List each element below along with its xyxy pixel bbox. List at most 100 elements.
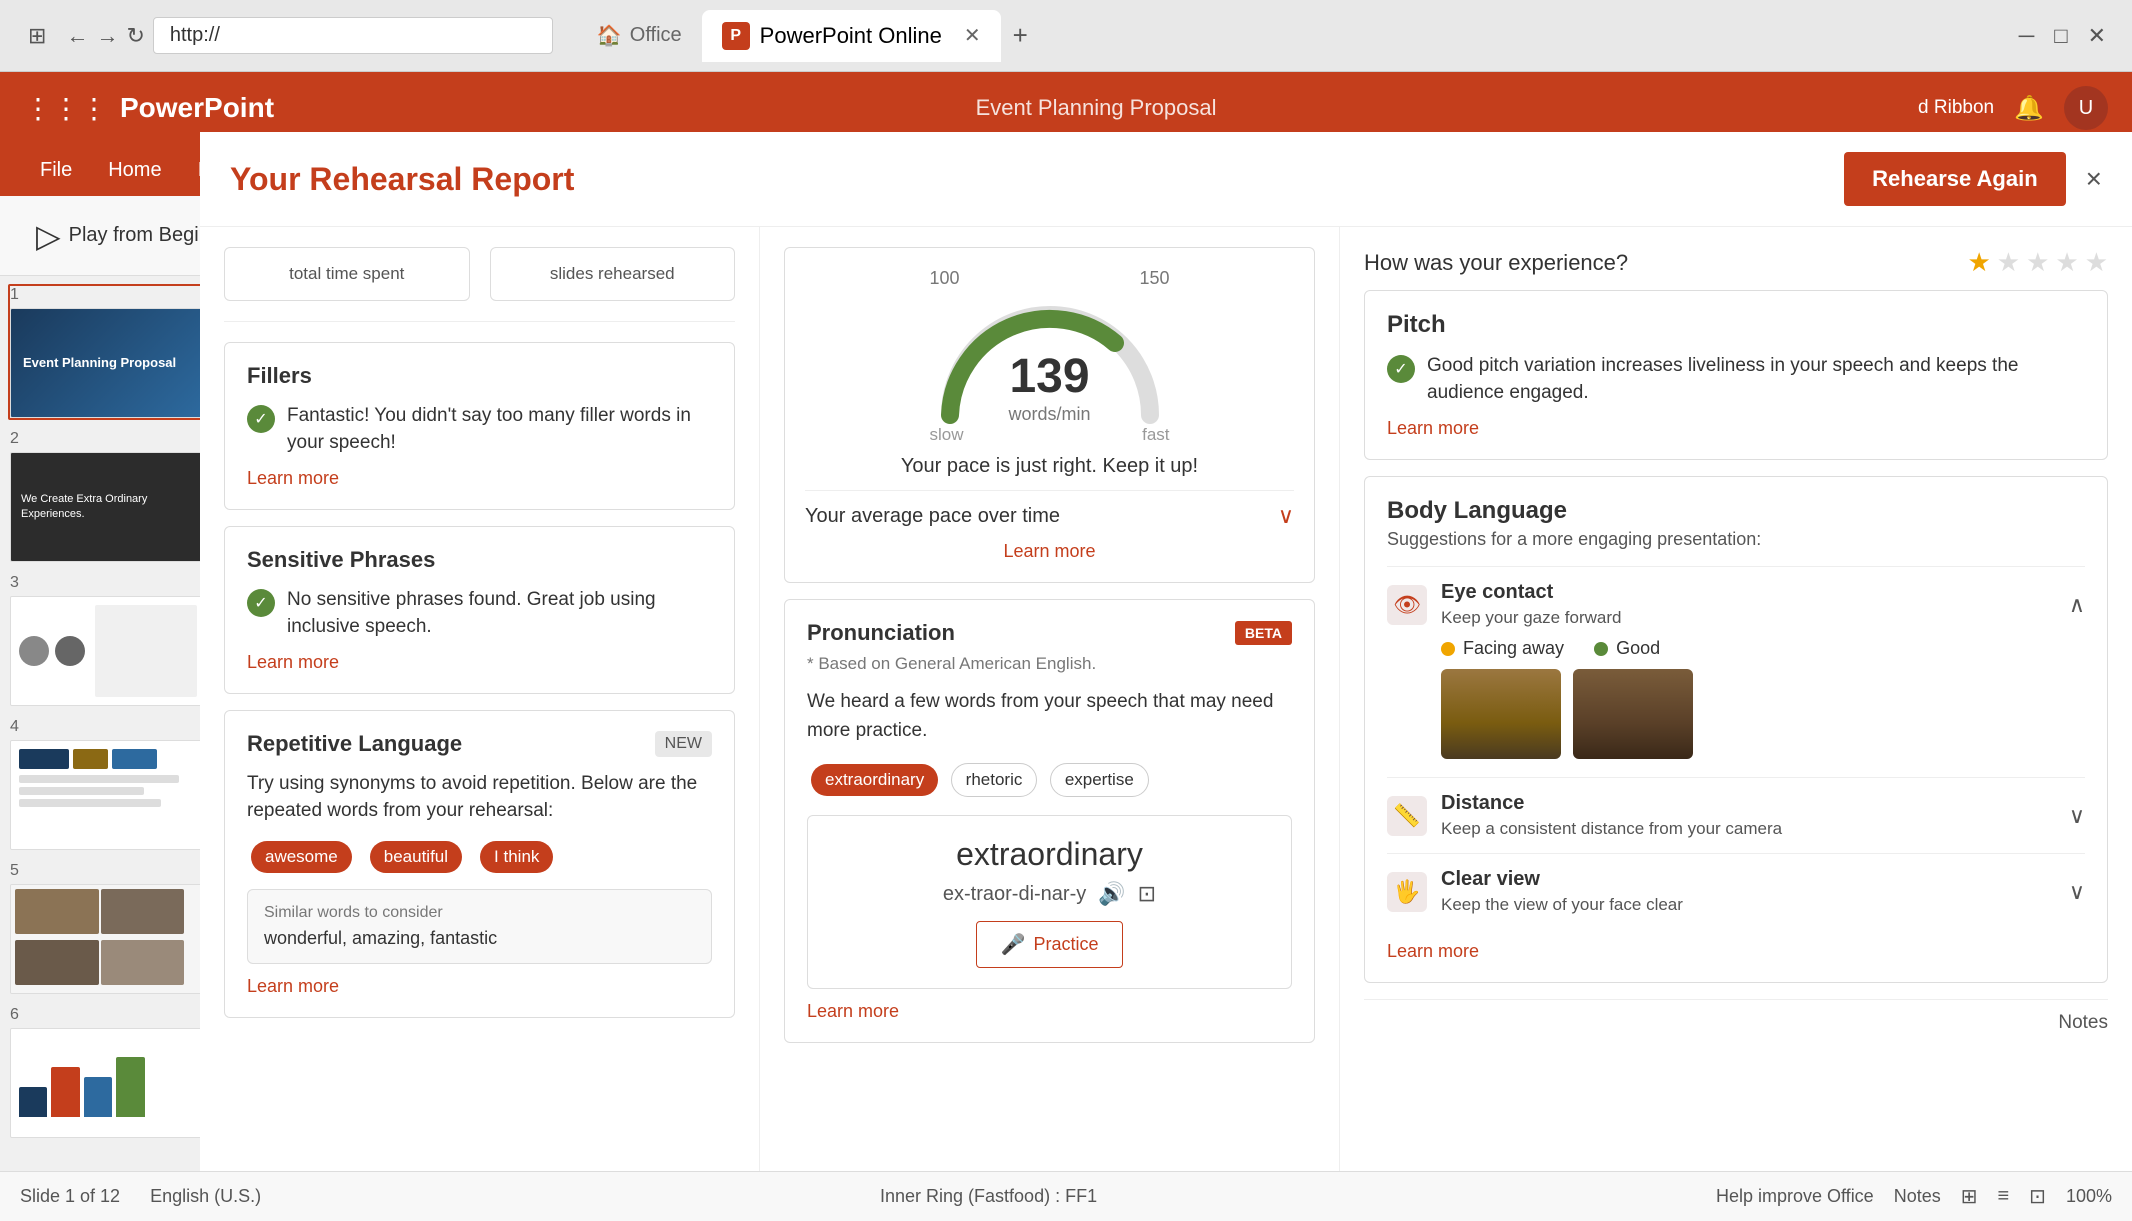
app-menu-icon[interactable]: ⋮⋮⋮	[24, 92, 108, 125]
notes-tab-label[interactable]: Notes	[2058, 1012, 2108, 1034]
pron-word-expertise[interactable]: expertise	[1050, 763, 1149, 797]
sensitive-learn-more[interactable]: Learn more	[247, 652, 712, 673]
rehearsal-modal: Your Rehearsal Report Rehearse Again × t…	[200, 132, 2132, 1171]
menu-home[interactable]: Home	[92, 153, 177, 188]
good-photo	[1573, 669, 1693, 759]
photo-box-1	[15, 889, 99, 934]
stats-row: total time spent slides rehearsed	[224, 247, 735, 322]
distance-chevron[interactable]: ∨	[2069, 803, 2085, 829]
office-icon: 🏠	[597, 23, 622, 48]
star-5[interactable]: ★	[2085, 247, 2108, 278]
notes-view-icon[interactable]: ⊡	[2029, 1184, 2046, 1209]
body-language-learn-more[interactable]: Learn more	[1387, 941, 2085, 962]
new-badge: NEW	[655, 731, 712, 757]
word-tag-awesome[interactable]: awesome	[251, 841, 352, 873]
address-bar[interactable]: http://	[153, 17, 553, 54]
modal-body: total time spent slides rehearsed Filler…	[200, 227, 2132, 1171]
phonetic-text: ex-traor-di-nar-y	[943, 883, 1086, 906]
caption-icon[interactable]: ⊡	[1138, 881, 1156, 907]
star-4[interactable]: ★	[2055, 247, 2078, 278]
clear-view-icon: 🖐	[1387, 872, 1427, 912]
slide-thumb-5[interactable]: 5	[8, 860, 211, 996]
repetitive-title: Repetitive Language NEW	[247, 731, 712, 757]
slide-img-4	[10, 740, 206, 850]
browser-refresh[interactable]: ↻	[126, 23, 144, 49]
slide-thumb-2[interactable]: 2 We Create Extra Ordinary Experiences.	[8, 428, 211, 564]
browser-back[interactable]: ←	[66, 23, 88, 49]
user-avatar[interactable]: U	[2064, 86, 2108, 130]
slide-view-icon[interactable]: ⊞	[1961, 1184, 1978, 1209]
notes-btn[interactable]: Notes	[1894, 1186, 1941, 1207]
repetitive-learn-more[interactable]: Learn more	[247, 976, 712, 997]
star-2[interactable]: ★	[1997, 247, 2020, 278]
pron-word-extraordinary[interactable]: extraordinary	[811, 764, 938, 796]
pron-word-rhetoric[interactable]: rhetoric	[951, 763, 1038, 797]
eye-contact-sub: Keep your gaze forward	[1441, 608, 1622, 628]
practice-btn[interactable]: 🎤 Practice	[976, 921, 1124, 968]
sensitive-check-row: ✓ No sensitive phrases found. Great job …	[247, 587, 712, 640]
sensitive-title: Sensitive Phrases	[247, 547, 712, 573]
ribbon-toggle[interactable]: d Ribbon	[1918, 97, 1994, 119]
distance-header[interactable]: 📏 Distance Keep a consistent distance fr…	[1387, 792, 2085, 839]
eye-contact-detail: Facing away Good	[1387, 628, 2085, 763]
star-rating[interactable]: ★ ★ ★ ★ ★	[1967, 247, 2108, 278]
modal-header: Your Rehearsal Report Rehearse Again ×	[200, 132, 2132, 227]
pron-title: Pronunciation	[807, 620, 955, 646]
notification-icon[interactable]: 🔔	[2014, 94, 2044, 123]
powerpoint-tab[interactable]: P PowerPoint Online ✕	[702, 10, 1001, 62]
pace-learn-more[interactable]: Learn more	[805, 541, 1294, 562]
good-text: Good	[1616, 638, 1660, 659]
slide-thumb-4[interactable]: 4	[8, 716, 211, 852]
eye-contact-chevron[interactable]: ∧	[2069, 592, 2085, 618]
photo-box-4	[101, 940, 185, 985]
word-tag-beautiful[interactable]: beautiful	[370, 841, 462, 873]
star-1[interactable]: ★	[1967, 247, 1990, 278]
slides-rehearsed-box: slides rehearsed	[490, 247, 736, 301]
similar-box: Similar words to consider wonderful, ama…	[247, 889, 712, 964]
star-3[interactable]: ★	[2026, 247, 2049, 278]
body-suggestion: Suggestions for a more engaging presenta…	[1387, 529, 2085, 550]
zoom-level: 100%	[2066, 1186, 2112, 1207]
gauge-slow-fast: slow fast	[930, 425, 1170, 445]
gauge-wrap: 139 words/min	[930, 295, 1170, 425]
help-improve[interactable]: Help improve Office	[1716, 1186, 1874, 1207]
green-dot	[1594, 642, 1608, 656]
maximize-btn[interactable]: □	[2054, 23, 2067, 49]
slide-thumb-6[interactable]: 6	[8, 1004, 211, 1140]
new-tab-btn[interactable]: +	[1013, 20, 1028, 51]
office-tab-label[interactable]: Office	[630, 24, 682, 47]
fillers-learn-more[interactable]: Learn more	[247, 468, 712, 489]
tab-close-btn[interactable]: ✕	[964, 23, 981, 48]
pronunciation-card: Pronunciation BETA * Based on General Am…	[784, 599, 1315, 1043]
slide-num-2: 2	[10, 430, 209, 448]
slide-thumb-1[interactable]: 1 Event Planning Proposal	[8, 284, 211, 420]
pitch-learn-more[interactable]: Learn more	[1387, 418, 2085, 439]
rehearse-again-btn[interactable]: Rehearse Again	[1844, 152, 2065, 206]
clear-view-chevron[interactable]: ∨	[2069, 879, 2085, 905]
clear-view-item: 🖐 Clear view Keep the view of your face …	[1387, 853, 2085, 929]
total-time-box: total time spent	[224, 247, 470, 301]
modal-close-btn[interactable]: ×	[2086, 163, 2102, 195]
word-main: extraordinary	[828, 836, 1271, 873]
mic-icon: 🎤	[1001, 932, 1026, 957]
eye-contact-header[interactable]: 👁 Eye contact Keep your gaze forward ∧	[1387, 581, 2085, 628]
distance-title: Distance	[1441, 792, 1782, 815]
word-card: extraordinary ex-traor-di-nar-y 🔊 ⊡ 🎤 Pr…	[807, 815, 1292, 989]
gauge-card: 100 150 139 words/min	[784, 247, 1315, 583]
slide-2-text: We Create Extra Ordinary Experiences.	[21, 492, 195, 523]
outline-view-icon[interactable]: ≡	[1998, 1185, 2010, 1208]
slide-thumb-3[interactable]: 3	[8, 572, 211, 708]
pace-over-time[interactable]: Your average pace over time ∨	[805, 490, 1294, 529]
eye-contact-left: 👁 Eye contact Keep your gaze forward	[1387, 581, 1622, 628]
app-title: PowerPoint	[120, 92, 274, 124]
minimize-btn[interactable]: ─	[2019, 23, 2035, 49]
browser-forward[interactable]: →	[96, 23, 118, 49]
sound-icon[interactable]: 🔊	[1098, 881, 1125, 907]
word-tag-ithink[interactable]: I think	[480, 841, 553, 873]
clear-view-header[interactable]: 🖐 Clear view Keep the view of your face …	[1387, 868, 2085, 915]
pron-learn-more[interactable]: Learn more	[807, 1001, 1292, 1022]
menu-file[interactable]: File	[24, 153, 88, 188]
window-close-btn[interactable]: ✕	[2088, 23, 2106, 49]
pace-chevron-icon: ∨	[1278, 503, 1294, 529]
avatar-2	[55, 636, 85, 666]
